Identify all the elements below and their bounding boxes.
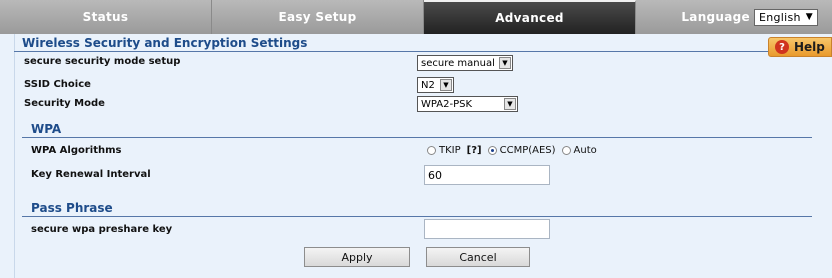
ssid-select[interactable]: N2 ▼ [417, 77, 454, 93]
language-select[interactable]: English ▼ [754, 8, 818, 26]
security-mode-value: WPA2-PSK [421, 98, 473, 110]
mode-setup-label: secure security mode setup [24, 56, 181, 67]
renewal-input[interactable]: 60 [424, 165, 550, 185]
wpa-algorithms-label: WPA Algorithms [31, 145, 122, 156]
ssid-value: N2 [421, 79, 435, 91]
radio-ccmp[interactable] [487, 146, 497, 155]
wpa-divider [22, 137, 812, 138]
passphrase-title: Pass Phrase [31, 201, 113, 215]
chevron-down-icon: ▼ [499, 57, 511, 69]
tab-easy-setup[interactable]: Easy Setup [212, 0, 424, 34]
tkip-label: TKIP [439, 145, 461, 156]
language-area: Language English ▼ [636, 0, 832, 34]
chevron-down-icon: ▼ [504, 98, 516, 110]
section-divider [14, 51, 768, 52]
help-button[interactable]: ? Help [768, 37, 832, 57]
renewal-label: Key Renewal Interval [31, 169, 151, 180]
renewal-value: 60 [428, 168, 442, 182]
radio-tkip[interactable] [427, 146, 436, 155]
chevron-down-icon: ▼ [805, 12, 813, 22]
radio-auto[interactable] [561, 146, 571, 155]
ccmp-label: CCMP(AES) [499, 145, 556, 156]
section-title: Wireless Security and Encryption Setting… [22, 36, 308, 50]
cancel-button[interactable]: Cancel [426, 247, 530, 267]
mode-setup-select[interactable]: secure manual ▼ [417, 55, 513, 71]
security-mode-select[interactable]: WPA2-PSK ▼ [417, 96, 518, 112]
wpa-algorithms-group: TKIP [?] CCMP(AES) Auto [427, 145, 603, 156]
preshare-key-label: secure wpa preshare key [31, 224, 173, 235]
ssid-label: SSID Choice [24, 79, 91, 90]
language-value: English [759, 10, 801, 24]
question-icon: ? [775, 40, 789, 54]
tab-status[interactable]: Status [0, 0, 212, 34]
preshare-key-input[interactable] [424, 219, 550, 239]
apply-button[interactable]: Apply [304, 247, 410, 267]
tab-advanced[interactable]: Advanced [424, 0, 636, 34]
security-mode-label: Security Mode [24, 98, 105, 109]
help-label: Help [794, 40, 825, 54]
help-link[interactable]: [?] [467, 145, 482, 156]
wpa-title: WPA [31, 122, 62, 136]
mode-setup-value: secure manual [421, 57, 495, 69]
auto-label: Auto [573, 145, 597, 156]
language-label: Language [681, 10, 750, 24]
top-nav: Status Easy Setup Advanced Language Engl… [0, 0, 832, 34]
passphrase-divider [22, 216, 812, 217]
chevron-down-icon: ▼ [440, 79, 452, 91]
